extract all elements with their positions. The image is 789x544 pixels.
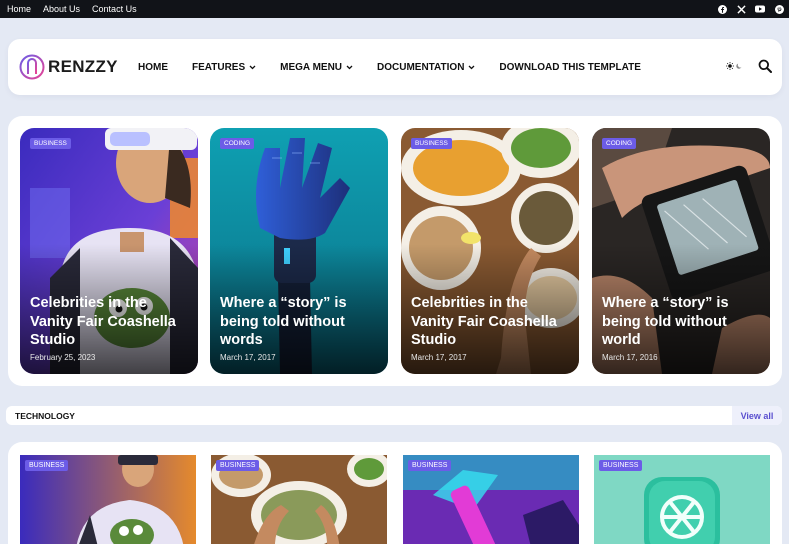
featured-card[interactable]: CODING Where a “story” is being told wit… (592, 128, 770, 374)
section-title: TECHNOLOGY (15, 411, 75, 421)
post-thumbnail[interactable]: BUSINESS (20, 455, 196, 544)
logo[interactable]: RENZZY (19, 54, 118, 80)
x-icon[interactable] (736, 4, 746, 14)
search-icon (758, 59, 772, 73)
social-links (708, 0, 784, 18)
category-badge[interactable]: CODING (220, 138, 254, 149)
category-badge[interactable]: CODING (602, 138, 636, 149)
nav-item-mega-menu[interactable]: MEGA MENU (280, 62, 353, 73)
post-thumbnail[interactable]: BUSINESS (211, 455, 387, 544)
post-date: March 17, 2016 (602, 353, 658, 362)
nav-download-label: DOWNLOAD THIS TEMPLATE (499, 61, 641, 73)
logo-text: RENZZY (48, 57, 118, 76)
pinterest-icon[interactable] (774, 4, 784, 14)
post-title[interactable]: Celebrities in the Vanity Fair Coashella… (411, 294, 571, 350)
nav-home-label: HOME (138, 61, 168, 73)
featured-card[interactable]: BUSINESS Celebrities in the Vanity Fair … (401, 128, 579, 374)
sun-icon (726, 62, 734, 70)
top-link-home[interactable]: Home (7, 4, 31, 14)
nav-mega-menu-label: MEGA MENU (280, 61, 343, 73)
top-links: Home About Us Contact Us (7, 0, 149, 18)
site-header: RENZZY HOME FEATURES MEGA MENU DOCUMENTA… (8, 39, 782, 95)
theme-toggle[interactable] (724, 59, 744, 73)
nav-item-download-template[interactable]: DOWNLOAD THIS TEMPLATE (499, 62, 640, 73)
featured-posts: BUSINESS Celebrities in the Vanity Fair … (8, 116, 782, 386)
main-nav: HOME FEATURES MEGA MENU DOCUMENTATION DO… (138, 39, 665, 95)
nav-item-documentation[interactable]: DOCUMENTATION (377, 62, 475, 73)
nav-documentation-label: DOCUMENTATION (377, 61, 465, 73)
search-button[interactable] (758, 59, 772, 73)
chevron-down-icon (468, 65, 475, 70)
post-thumbnail[interactable]: BUSINESS (594, 455, 770, 544)
chevron-down-icon (249, 65, 256, 70)
category-badge[interactable]: BUSINESS (408, 460, 452, 471)
category-badge[interactable]: BUSINESS (411, 138, 452, 149)
nav-item-home[interactable]: HOME (138, 62, 168, 73)
nav-item-features[interactable]: FEATURES (192, 62, 256, 73)
section-header: TECHNOLOGY View all (6, 406, 782, 425)
nav-features-label: FEATURES (192, 61, 246, 73)
category-badge[interactable]: BUSINESS (25, 460, 69, 471)
top-link-about[interactable]: About Us (43, 4, 80, 14)
post-date: March 17, 2017 (220, 353, 276, 362)
post-title[interactable]: Where a “story” is being told without wo… (220, 294, 380, 350)
logo-mark-icon (19, 54, 45, 80)
top-link-contact[interactable]: Contact Us (92, 4, 137, 14)
youtube-icon[interactable] (755, 4, 765, 14)
facebook-icon[interactable] (717, 4, 727, 14)
post-title[interactable]: Where a “story” is being told without wo… (602, 294, 762, 350)
category-badge[interactable]: BUSINESS (599, 460, 643, 471)
featured-card[interactable]: CODING Where a “story” is being told wit… (210, 128, 388, 374)
chevron-down-icon (346, 65, 353, 70)
category-badge[interactable]: BUSINESS (30, 138, 71, 149)
post-title[interactable]: Celebrities in the Vanity Fair Coashella… (30, 294, 190, 350)
post-thumbnail[interactable]: BUSINESS (403, 455, 579, 544)
moon-icon (736, 63, 742, 69)
post-date: March 17, 2017 (411, 353, 467, 362)
post-date: February 25, 2023 (30, 353, 96, 362)
view-all-link[interactable]: View all (732, 406, 782, 425)
technology-posts: BUSINESS BUSINESS BUSINESS BUSINESS (8, 442, 782, 544)
top-bar: Home About Us Contact Us (0, 0, 789, 18)
featured-card[interactable]: BUSINESS Celebrities in the Vanity Fair … (20, 128, 198, 374)
category-badge[interactable]: BUSINESS (216, 460, 260, 471)
